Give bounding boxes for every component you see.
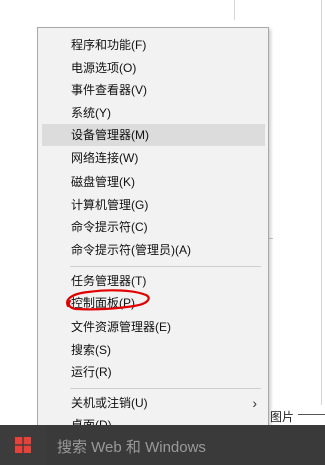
menu-item-task-manager[interactable]: 任务管理器(T): [42, 270, 265, 292]
background-divider: [234, 0, 235, 20]
menu-item-label: 命令提示符(C): [71, 220, 148, 234]
menu-item-label: 文件资源管理器(E): [71, 320, 171, 334]
menu-item-search[interactable]: 搜索(S): [42, 339, 265, 361]
menu-item-power-options[interactable]: 电源选项(O): [42, 57, 265, 79]
menu-item-run[interactable]: 运行(R): [42, 361, 265, 383]
menu-item-command-prompt-admin[interactable]: 命令提示符(管理员)(A): [42, 239, 265, 261]
background-rule: [298, 414, 325, 415]
menu-item-label: 设备管理器(M): [71, 128, 149, 142]
menu-item-label: 网络连接(W): [71, 151, 139, 165]
menu-item-label: 系统(Y): [71, 106, 111, 120]
menu-item-event-viewer[interactable]: 事件查看器(V): [42, 79, 265, 101]
windows-logo-icon: [15, 437, 31, 453]
taskbar: 搜索 Web 和 Windows: [0, 425, 325, 465]
menu-item-label: 程序和功能(F): [71, 38, 147, 52]
menu-item-file-explorer[interactable]: 文件资源管理器(E): [42, 316, 265, 338]
menu-item-label: 运行(R): [71, 365, 112, 379]
menu-item-label: 任务管理器(T): [71, 274, 147, 288]
start-button[interactable]: [0, 425, 46, 465]
menu-item-programs-features[interactable]: 程序和功能(F): [42, 34, 265, 56]
chevron-right-icon: ›: [252, 395, 257, 411]
menu-item-label: 电源选项(O): [71, 61, 137, 75]
menu-item-label: 命令提示符(管理员)(A): [71, 243, 191, 257]
taskbar-search-box[interactable]: 搜索 Web 和 Windows: [46, 425, 325, 465]
background-window-edge: [321, 0, 322, 405]
menu-item-control-panel[interactable]: 控制面板(P): [42, 292, 265, 314]
menu-item-device-manager[interactable]: 设备管理器(M): [42, 124, 265, 146]
menu-separator: [70, 266, 261, 267]
search-placeholder: 搜索 Web 和 Windows: [57, 439, 206, 456]
menu-item-disk-management[interactable]: 磁盘管理(K): [42, 171, 265, 193]
menu-separator: [70, 388, 261, 389]
background-label: 图片: [270, 410, 295, 424]
menu-item-computer-management[interactable]: 计算机管理(G): [42, 194, 265, 216]
winx-context-menu: 程序和功能(F) 电源选项(O) 事件查看器(V) 系统(Y) 设备管理器(M)…: [37, 27, 269, 436]
menu-item-system[interactable]: 系统(Y): [42, 102, 265, 124]
menu-item-label: 事件查看器(V): [71, 83, 147, 97]
menu-item-label: 磁盘管理(K): [71, 175, 135, 189]
menu-item-label: 搜索(S): [71, 343, 111, 357]
menu-item-label: 控制面板(P): [71, 296, 135, 310]
menu-item-network-connections[interactable]: 网络连接(W): [42, 147, 265, 169]
menu-item-label: 关机或注销(U): [71, 396, 148, 410]
menu-item-label: 计算机管理(G): [71, 198, 149, 212]
menu-item-command-prompt[interactable]: 命令提示符(C): [42, 216, 265, 238]
menu-item-shutdown-signout[interactable]: 关机或注销(U) ›: [42, 392, 265, 414]
